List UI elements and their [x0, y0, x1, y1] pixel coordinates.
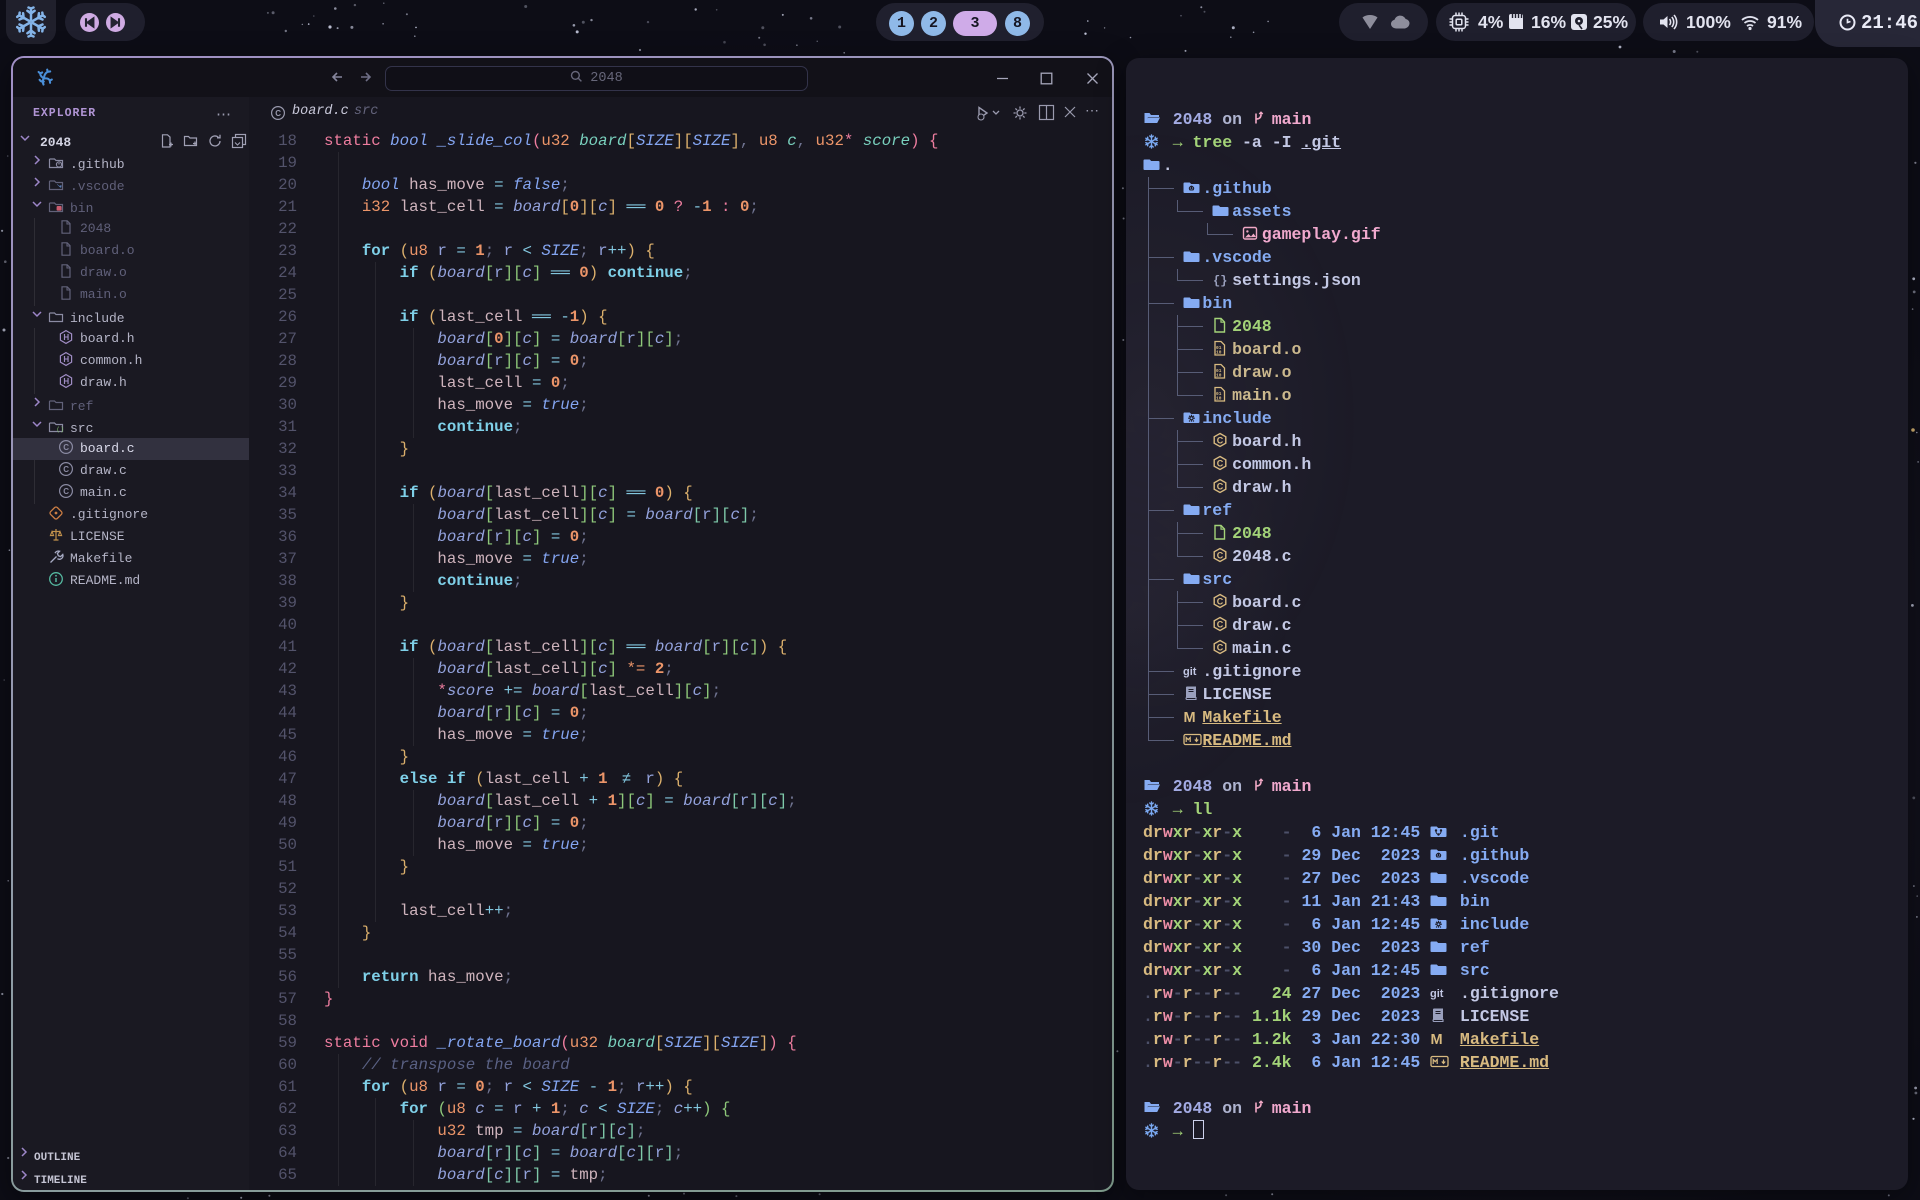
svg-text:10: 10 — [1216, 396, 1222, 402]
svg-text:C: C — [1217, 459, 1224, 469]
svg-text:M: M — [1183, 710, 1195, 725]
svg-text:C: C — [1217, 482, 1224, 492]
svg-text:C: C — [63, 443, 69, 452]
svg-text:(): () — [56, 426, 64, 433]
svg-text:git: git — [1430, 988, 1444, 1000]
svg-text:{}: {} — [1213, 274, 1227, 288]
svg-text:M: M — [1431, 1032, 1443, 1047]
svg-text:C: C — [63, 465, 69, 474]
svg-text:10: 10 — [1216, 373, 1222, 379]
svg-text:C: C — [275, 109, 281, 118]
svg-text:C: C — [1217, 436, 1224, 446]
svg-text:C: C — [1217, 597, 1224, 607]
svg-text:10: 10 — [1216, 350, 1222, 356]
svg-text:C: C — [1217, 620, 1224, 630]
svg-text:C: C — [1217, 643, 1224, 653]
svg-text:git: git — [1183, 666, 1197, 678]
svg-text:C: C — [1217, 551, 1224, 561]
svg-text:C: C — [63, 487, 69, 496]
svg-text:H: H — [63, 377, 69, 386]
svg-text:H: H — [63, 333, 69, 342]
svg-text:H: H — [63, 355, 69, 364]
